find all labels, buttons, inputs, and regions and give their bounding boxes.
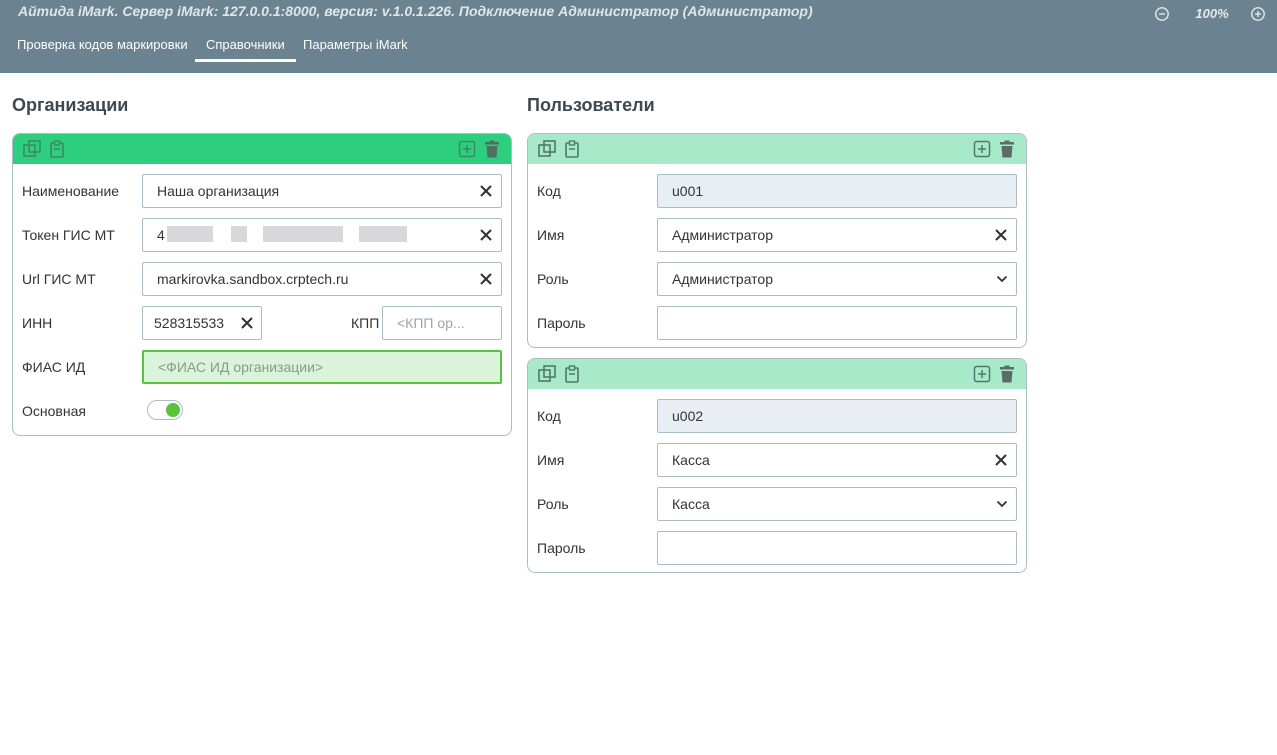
user-role-label: Роль [537,496,569,512]
tab-marking-check[interactable]: Проверка кодов маркировки [17,30,188,62]
add-icon[interactable] [972,139,992,159]
paste-icon[interactable] [562,139,582,159]
clear-icon[interactable] [992,226,1010,244]
org-main-toggle[interactable] [147,400,183,420]
clear-icon[interactable] [477,270,495,288]
toggle-knob [166,403,180,417]
user-code-label: Код [537,408,561,424]
app-header: Айтида iMark. Сервер iMark: 127.0.0.1:80… [0,0,1277,73]
user-role-select[interactable]: Администратор [657,262,1017,296]
org-inn-value: 528315533 [154,315,225,331]
chevron-down-icon[interactable] [996,499,1008,509]
clear-icon[interactable] [238,314,256,332]
paste-icon[interactable] [562,364,582,384]
org-kpp-placeholder: <КПП ор... [397,315,465,331]
copy-icon[interactable] [537,139,557,159]
user-code-value: u002 [672,408,704,424]
add-icon[interactable] [972,364,992,384]
app-title: Айтида iMark. Сервер iMark: 127.0.0.1:80… [18,3,813,19]
clear-icon[interactable] [992,451,1010,469]
clear-icon[interactable] [477,226,495,244]
user-card: Код u001 Имя Администратор Роль Админист… [527,133,1027,348]
user-role-value: Администратор [672,271,774,287]
user-name-value: Администратор [672,227,774,243]
org-token-label: Токен ГИС МТ [22,227,115,243]
organization-card-toolbar [13,134,511,164]
org-url-field[interactable]: markirovka.sandbox.crptech.ru [142,262,502,296]
org-inn-field[interactable]: 528315533 [142,306,262,340]
user-code-field: u002 [657,399,1017,433]
org-url-value: markirovka.sandbox.crptech.ru [157,271,349,287]
user-name-field[interactable]: Администратор [657,218,1017,252]
delete-icon[interactable] [482,139,502,159]
copy-icon[interactable] [22,139,42,159]
user-role-select[interactable]: Касса [657,487,1017,521]
delete-icon[interactable] [997,364,1017,384]
user-card-toolbar [528,359,1026,389]
user-password-field[interactable] [657,531,1017,565]
organizations-title: Организации [12,95,129,115]
users-title: Пользователи [527,95,655,115]
tab-imark-params[interactable]: Параметры iMark [303,30,408,62]
org-name-field[interactable]: Наша организация [142,174,502,208]
delete-icon[interactable] [997,139,1017,159]
user-password-field[interactable] [657,306,1017,340]
org-token-field[interactable]: 4 [142,218,502,252]
zoom-in-icon[interactable] [1250,6,1266,22]
org-inn-label: ИНН [22,315,53,331]
user-card: Код u002 Имя Касса Роль Касса Пароль [527,358,1027,573]
org-name-value: Наша организация [157,183,280,199]
copy-icon[interactable] [537,364,557,384]
org-url-label: Url ГИС МТ [22,271,96,287]
user-role-value: Касса [672,496,710,512]
clear-icon[interactable] [477,182,495,200]
user-name-label: Имя [537,452,565,468]
org-kpp-label: КПП [351,315,380,331]
masked-token-segment [167,226,213,242]
masked-token-segment [263,226,343,242]
user-card-toolbar [528,134,1026,164]
zoom-level: 100% [1195,6,1229,21]
user-code-value: u001 [672,183,704,199]
organization-card: Наименование Наша организация Токен ГИС … [12,133,512,436]
org-main-label: Основная [22,403,86,419]
org-fias-placeholder: <ФИАС ИД организации> [158,359,324,375]
tab-directories[interactable]: Справочники [195,30,296,62]
chevron-down-icon[interactable] [996,274,1008,284]
user-password-label: Пароль [537,540,586,556]
user-code-label: Код [537,183,561,199]
org-fias-field[interactable]: <ФИАС ИД организации> [142,350,502,384]
paste-icon[interactable] [47,139,67,159]
add-icon[interactable] [457,139,477,159]
user-code-field: u001 [657,174,1017,208]
masked-token-segment [231,226,247,242]
masked-token-segment [359,226,407,242]
org-token-value: 4 [157,227,165,243]
org-name-label: Наименование [22,183,120,199]
user-role-label: Роль [537,271,569,287]
user-name-label: Имя [537,227,565,243]
zoom-out-icon[interactable] [1154,6,1170,22]
user-name-field[interactable]: Касса [657,443,1017,477]
user-password-label: Пароль [537,315,586,331]
org-fias-label: ФИАС ИД [22,359,86,375]
org-kpp-field[interactable]: <КПП ор... [382,306,502,340]
user-name-value: Касса [672,452,710,468]
